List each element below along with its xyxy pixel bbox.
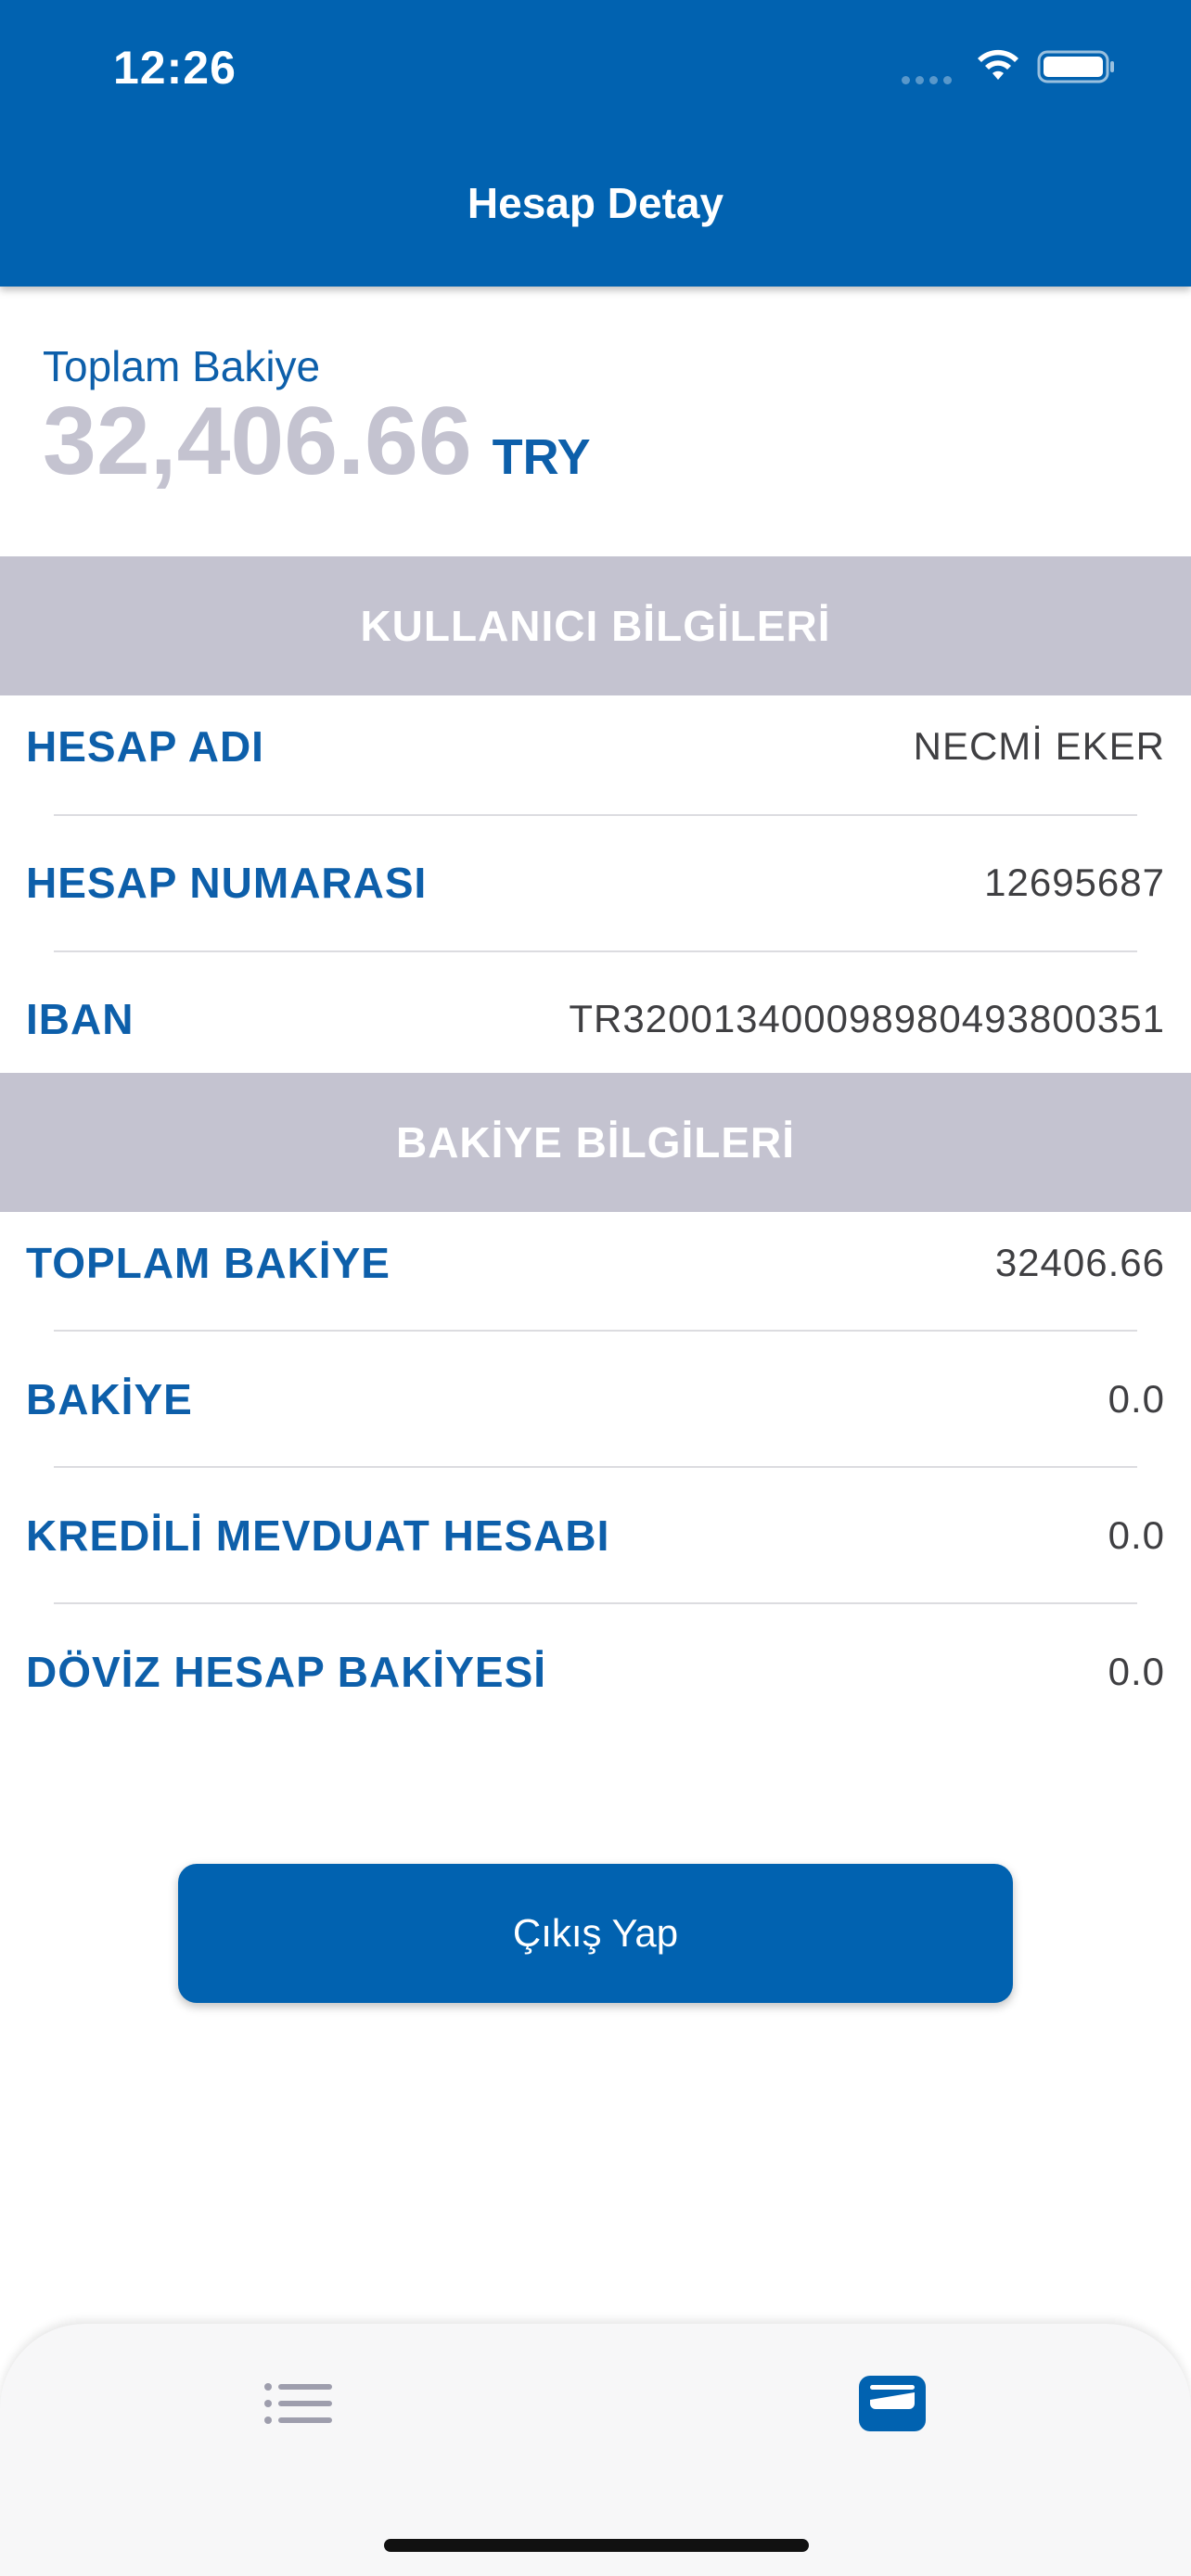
wifi-icon [978,49,1018,80]
balance-info-section-header: BAKİYE BİLGİLERİ [0,1073,1191,1212]
row-divider [54,814,1137,816]
balance-detail-value: 0.0 [1108,1377,1165,1421]
total-balance-detail-value: 32406.66 [994,1241,1165,1284]
account-number-row: HESAP NUMARASI 12695687 [0,823,1191,943]
overdraft-account-label: KREDİLİ MEVDUAT HESABI [26,1511,610,1560]
account-name-row: HESAP ADI NECMİ EKER [0,686,1191,807]
home-indicator [384,2539,809,2552]
total-balance-row: 32,406.66 TRY [43,388,591,495]
battery-icon [1037,50,1114,83]
iban-value: TR320013400098980493800351 [569,997,1165,1040]
page-title: Hesap Detay [467,179,724,227]
tab-bar [0,2324,1191,2576]
list-icon[interactable] [263,2381,332,2426]
account-number-value: 12695687 [984,861,1165,904]
iban-row: IBAN TR320013400098980493800351 [0,959,1191,1079]
account-name-value: NECMİ EKER [913,724,1165,768]
row-divider [54,1602,1137,1604]
account-number-label: HESAP NUMARASI [26,859,428,907]
row-divider [54,1466,1137,1468]
cellular-signal-icon [902,76,952,84]
balance-row: BAKİYE 0.0 [0,1339,1191,1460]
balance-detail-label: BAKİYE [26,1375,193,1423]
foreign-currency-balance-row: DÖVİZ HESAP BAKİYESİ 0.0 [0,1612,1191,1732]
wallet-icon[interactable] [857,2372,928,2433]
logout-button[interactable]: Çıkış Yap [178,1864,1013,2003]
foreign-currency-balance-label: DÖVİZ HESAP BAKİYESİ [26,1648,547,1696]
overdraft-account-value: 0.0 [1108,1513,1165,1557]
currency-code: TRY [492,429,591,485]
row-divider [54,1330,1137,1332]
status-time: 12:26 [113,42,237,94]
total-balance-detail-label: TOPLAM BAKİYE [26,1239,391,1287]
user-info-section-header: KULLANICI BİLGİLERİ [0,556,1191,695]
total-balance-summary: Toplam Bakiye 32,406.66 TRY [43,341,591,492]
iban-label: IBAN [26,995,134,1043]
total-balance-label: Toplam Bakiye [43,342,321,390]
row-divider [54,950,1137,952]
app-header: 12:26 Hesap Detay [0,0,1191,287]
total-balance-detail-row: TOPLAM BAKİYE 32406.66 [0,1203,1191,1323]
overdraft-account-row: KREDİLİ MEVDUAT HESABI 0.0 [0,1475,1191,1596]
account-name-label: HESAP ADI [26,722,264,771]
total-balance-amount: 32,406.66 [43,388,472,495]
foreign-currency-balance-value: 0.0 [1108,1650,1165,1693]
